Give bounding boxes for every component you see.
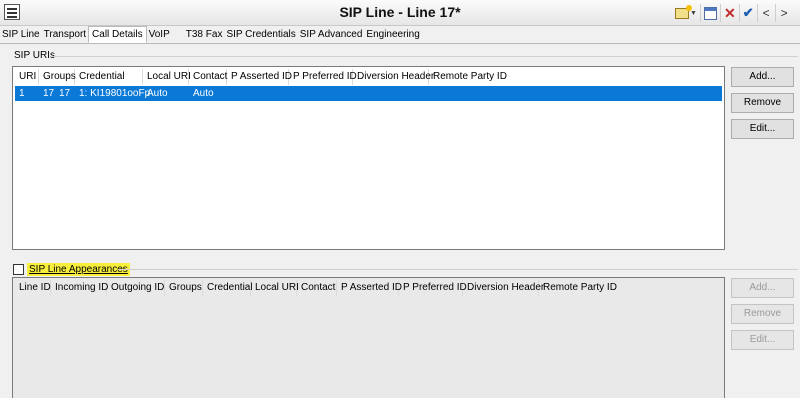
tab-transport[interactable]: Transport — [42, 28, 88, 43]
remove-appearance-button[interactable]: Remove — [731, 304, 794, 324]
column-header[interactable]: Incoming ID — [51, 280, 108, 296]
next-button[interactable]: > — [774, 4, 793, 22]
cell-local-uri: Auto — [147, 88, 168, 99]
column-header[interactable]: Outgoing ID — [107, 280, 165, 296]
chevron-right-icon: > — [780, 6, 788, 20]
column-header[interactable]: Diversion Header — [353, 69, 434, 85]
sip-uris-group-title: SIP URIs — [14, 50, 55, 61]
tab-sip-advanced[interactable]: SIP Advanced — [298, 28, 365, 43]
column-header[interactable]: Local URI — [251, 280, 299, 296]
column-header[interactable]: Contact — [297, 280, 337, 296]
cancel-button[interactable]: ✕ — [719, 4, 739, 22]
edit-uri-button[interactable]: Edit... — [731, 119, 794, 139]
group-divider — [118, 269, 798, 270]
tab-sip-credentials[interactable]: SIP Credentials — [224, 28, 297, 43]
column-header[interactable]: Groups — [165, 280, 203, 296]
calendar-icon — [703, 6, 717, 20]
column-header[interactable]: P Asserted ID — [337, 280, 402, 296]
chevron-left-icon: < — [762, 6, 770, 20]
edit-appearance-button[interactable]: Edit... — [731, 330, 794, 350]
cell-contact: Auto — [193, 88, 214, 99]
column-header[interactable]: Diversion Header — [463, 280, 544, 296]
calendar-button[interactable] — [699, 4, 720, 22]
column-header[interactable]: URI — [15, 69, 39, 85]
column-header[interactable]: Contact — [189, 69, 227, 85]
sip-uris-table[interactable]: URI Groups Credential Local URI Contact … — [12, 66, 725, 250]
checkmark-icon: ✔ — [742, 5, 754, 20]
remove-uri-button[interactable]: Remove — [731, 93, 794, 113]
tab-strip: SIP Line Transport Call Details VoIP T38… — [0, 26, 800, 44]
sip-line-appearances-checkbox[interactable] — [13, 264, 24, 275]
line-appearances-table[interactable]: Line ID Incoming ID Outgoing ID Groups C… — [12, 277, 725, 398]
table-row[interactable]: 1 17 17 1: KI19801ooFp Auto Auto — [15, 86, 722, 101]
new-folder-icon — [675, 4, 692, 19]
group-divider — [52, 56, 798, 57]
tab-voip[interactable]: VoIP — [147, 28, 172, 43]
tab-sip-line[interactable]: SIP Line — [0, 28, 42, 43]
column-header[interactable]: Local URI — [143, 69, 191, 85]
column-header[interactable]: Remote Party ID — [539, 280, 629, 296]
title-bar: SIP Line - Line 17* ▼ ✕ ✔ < > — [0, 0, 800, 26]
ok-button[interactable]: ✔ — [738, 4, 757, 22]
column-header[interactable]: Groups — [39, 69, 76, 85]
column-header[interactable]: P Asserted ID — [227, 69, 292, 85]
column-header[interactable]: P Preferred ID — [399, 280, 467, 296]
tab-t38-fax[interactable]: T38 Fax — [184, 28, 225, 43]
table-header: Line ID Incoming ID Outgoing ID Groups C… — [15, 280, 800, 296]
cell-group-out: 17 — [59, 88, 71, 99]
tab-engineering[interactable]: Engineering — [364, 28, 421, 43]
add-uri-button[interactable]: Add... — [731, 67, 794, 87]
close-icon: ✕ — [723, 4, 736, 21]
column-header[interactable]: P Preferred ID — [289, 69, 357, 85]
new-button[interactable]: ▼ — [672, 4, 700, 22]
column-header[interactable]: Remote Party ID — [429, 69, 519, 85]
tab-call-details[interactable]: Call Details — [88, 26, 147, 43]
column-header[interactable]: Line ID — [15, 280, 51, 296]
add-appearance-button[interactable]: Add... — [731, 278, 794, 298]
table-header: URI Groups Credential Local URI Contact … — [15, 69, 800, 85]
chevron-down-icon: ▼ — [690, 9, 697, 17]
cell-credential: 1: KI19801ooFp — [79, 88, 151, 99]
toolbar: ▼ ✕ ✔ < > — [672, 4, 793, 22]
cell-uri: 1 — [19, 88, 25, 99]
sip-line-appearances-label[interactable]: SIP Line Appearances — [27, 263, 130, 276]
column-header[interactable]: Credential — [203, 280, 253, 296]
column-header[interactable]: Credential — [75, 69, 143, 85]
cell-group-in: 17 — [43, 88, 55, 99]
previous-button[interactable]: < — [756, 4, 775, 22]
